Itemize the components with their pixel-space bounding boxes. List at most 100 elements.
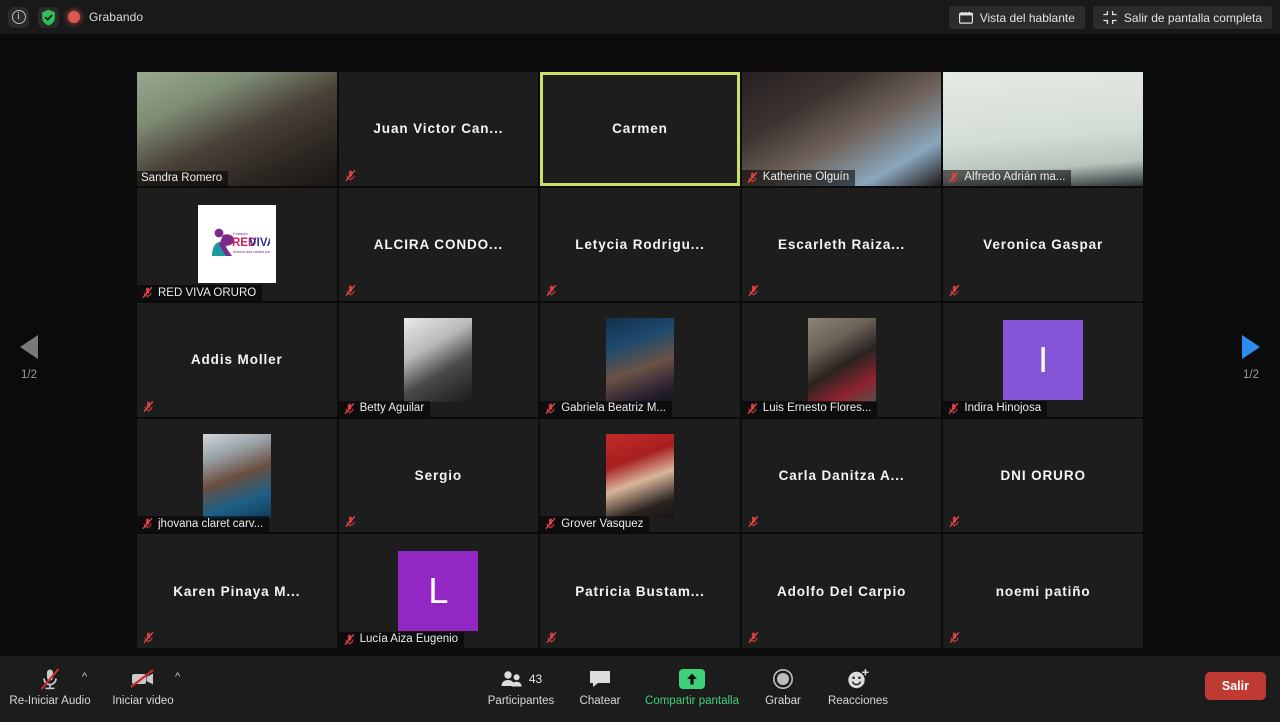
- toolbar-share-screen-button[interactable]: Compartir pantalla: [645, 664, 739, 707]
- record-circle-icon: [772, 664, 794, 694]
- mic-muted-icon: [748, 285, 759, 297]
- mic-muted-icon: [545, 518, 556, 530]
- next-page-label: 1/2: [1243, 369, 1259, 381]
- participant-name: DNI ORURO: [1000, 468, 1086, 484]
- participant-tile[interactable]: Juan Victor Can...: [338, 72, 539, 186]
- mic-muted-icon: [344, 633, 354, 646]
- participant-tile[interactable]: Patricia Bustam...: [540, 534, 740, 648]
- participant-tile[interactable]: Grover Vasquez: [540, 418, 740, 533]
- participant-name: Indira Hinojosa: [964, 402, 1042, 415]
- chevron-right-icon: [1242, 335, 1260, 359]
- participant-tile[interactable]: Adolfo Del Carpio: [741, 534, 942, 648]
- participant-tile[interactable]: Betty Aguilar: [338, 303, 539, 417]
- exit-fullscreen-button[interactable]: Salir de pantalla completa: [1092, 6, 1272, 29]
- participants-count: 43: [528, 672, 543, 686]
- participant-name: Letycia Rodrigu...: [575, 236, 705, 252]
- participant-tile[interactable]: REDVIVANuestra vida nuestra pasionFundac…: [137, 187, 337, 302]
- participant-name: Carmen: [612, 121, 668, 137]
- exit-fullscreen-label: Salir de pantalla completa: [1123, 10, 1262, 25]
- top-bar-left-group: i Grabando: [0, 6, 144, 28]
- previous-page-label: 1/2: [21, 369, 37, 381]
- participant-tile[interactable]: noemi patiño: [943, 534, 1143, 648]
- mic-muted-icon: [747, 402, 758, 414]
- participant-video: [943, 72, 1143, 186]
- mic-muted-icon: [345, 516, 355, 528]
- participant-name-bar: Gabriela Beatriz M...: [540, 400, 673, 417]
- mic-muted-icon: [345, 169, 355, 181]
- mic-muted-icon: [37, 664, 63, 694]
- mic-muted-icon: [344, 402, 354, 414]
- toolbar-audio-label: Re-Iniciar Audio: [9, 695, 91, 707]
- participant-name: Alfredo Adrián ma...: [964, 171, 1066, 184]
- participant-tile[interactable]: Karen Pinaya M...: [137, 534, 337, 648]
- participant-tile[interactable]: I Indira Hinojosa: [943, 303, 1143, 417]
- audio-options-caret[interactable]: ^: [82, 672, 87, 683]
- previous-page-control[interactable]: 1/2: [2, 334, 56, 381]
- mic-muted-icon: [748, 516, 759, 528]
- video-options-caret[interactable]: ^: [175, 672, 180, 683]
- svg-text:Nuestra vida nuestra pasion: Nuestra vida nuestra pasion: [233, 250, 270, 254]
- participant-tile[interactable]: Carmen: [540, 72, 740, 186]
- participant-name-bar: Lucía Aiza Eugenio: [338, 631, 465, 648]
- participant-tile[interactable]: Sandra Romero: [137, 72, 337, 186]
- participant-name-bar: RED VIVA ORURO: [137, 285, 263, 302]
- speaker-view-button[interactable]: Vista del hablante: [948, 6, 1085, 29]
- participant-name: jhovana claret carv...: [158, 517, 264, 530]
- participant-name: ALCIRA CONDO...: [373, 236, 504, 252]
- leave-meeting-button[interactable]: Salir: [1204, 672, 1266, 700]
- participant-tile[interactable]: Alfredo Adrián ma...: [943, 72, 1143, 186]
- participant-tile[interactable]: Addis Moller: [137, 303, 337, 417]
- next-page-control[interactable]: 1/2: [1224, 334, 1278, 381]
- video-stage: 1/2 1/2 Sandra Romero Juan Victor Can... C…: [0, 34, 1280, 656]
- meeting-info-button[interactable]: i: [8, 6, 29, 28]
- toolbar-reactions-label: Reacciones: [827, 695, 889, 707]
- toolbar-participants-label: Participantes: [487, 695, 555, 707]
- mic-muted-icon: [949, 631, 960, 644]
- participant-name: Grover Vasquez: [561, 517, 644, 530]
- shield-check-icon: [42, 9, 55, 25]
- participant-tile[interactable]: ALCIRA CONDO...: [338, 187, 539, 302]
- participant-name: Carla Danitza A...: [778, 468, 905, 484]
- mic-muted-icon: [546, 631, 557, 644]
- mic-muted-icon: [345, 285, 355, 297]
- participant-name-bar: Indira Hinojosa: [943, 400, 1048, 417]
- participant-name: Patricia Bustam...: [575, 583, 705, 599]
- participants-icon: 43: [500, 664, 542, 694]
- participant-name-bar: Grover Vasquez: [540, 516, 650, 533]
- participant-logo: REDVIVANuestra vida nuestra pasionFundac…: [197, 205, 276, 284]
- participant-tile[interactable]: Letycia Rodrigu...: [540, 187, 740, 302]
- participant-tile[interactable]: Veronica Gaspar: [943, 187, 1143, 302]
- toolbar-video-label: Iniciar video: [112, 695, 174, 707]
- participant-tile[interactable]: Katherine Olguín: [741, 72, 942, 186]
- participant-name: Sergio: [414, 468, 463, 484]
- participant-tile[interactable]: Carla Danitza A...: [741, 418, 942, 533]
- camera-muted-icon: [128, 664, 158, 694]
- participant-tile[interactable]: jhovana claret carv...: [137, 418, 337, 533]
- participant-tile[interactable]: L Lucía Aiza Eugenio: [338, 534, 539, 648]
- recording-indicator-dot: [68, 11, 80, 23]
- zoom-meeting-window: i Grabando Vista del hablante Salir de p…: [0, 0, 1280, 722]
- mic-muted-icon: [949, 285, 960, 297]
- toolbar-share-screen-label: Compartir pantalla: [645, 695, 739, 707]
- top-bar: i Grabando Vista del hablante Salir de p…: [0, 0, 1280, 34]
- share-screen-icon: [679, 664, 705, 694]
- participant-tile[interactable]: Escarleth Raiza...: [741, 187, 942, 302]
- toolbar-reactions-button[interactable]: Reacciones: [812, 664, 904, 707]
- participant-name-bar: Katherine Olguín: [741, 169, 856, 186]
- participant-photo: [807, 317, 876, 402]
- encryption-status-button[interactable]: [38, 6, 59, 28]
- recording-label: Grabando: [89, 10, 144, 24]
- participant-video: [741, 72, 942, 186]
- participant-video: [137, 72, 337, 186]
- svg-text:VIVA: VIVA: [249, 237, 270, 249]
- participant-tile[interactable]: DNI ORURO: [943, 418, 1143, 533]
- participant-photo: [605, 433, 674, 518]
- top-bar-right-group: Vista del hablante Salir de pantalla com…: [948, 6, 1272, 29]
- toolbar-chat-button[interactable]: Chatear: [554, 664, 646, 707]
- participant-name: Addis Moller: [190, 352, 283, 368]
- participant-tile[interactable]: Luis Ernesto Flores...: [741, 303, 942, 417]
- chevron-left-icon: [20, 335, 38, 359]
- participant-tile[interactable]: Gabriela Beatriz M...: [540, 303, 740, 417]
- participant-name-bar: jhovana claret carv...: [137, 516, 270, 533]
- participant-tile[interactable]: Sergio: [338, 418, 539, 533]
